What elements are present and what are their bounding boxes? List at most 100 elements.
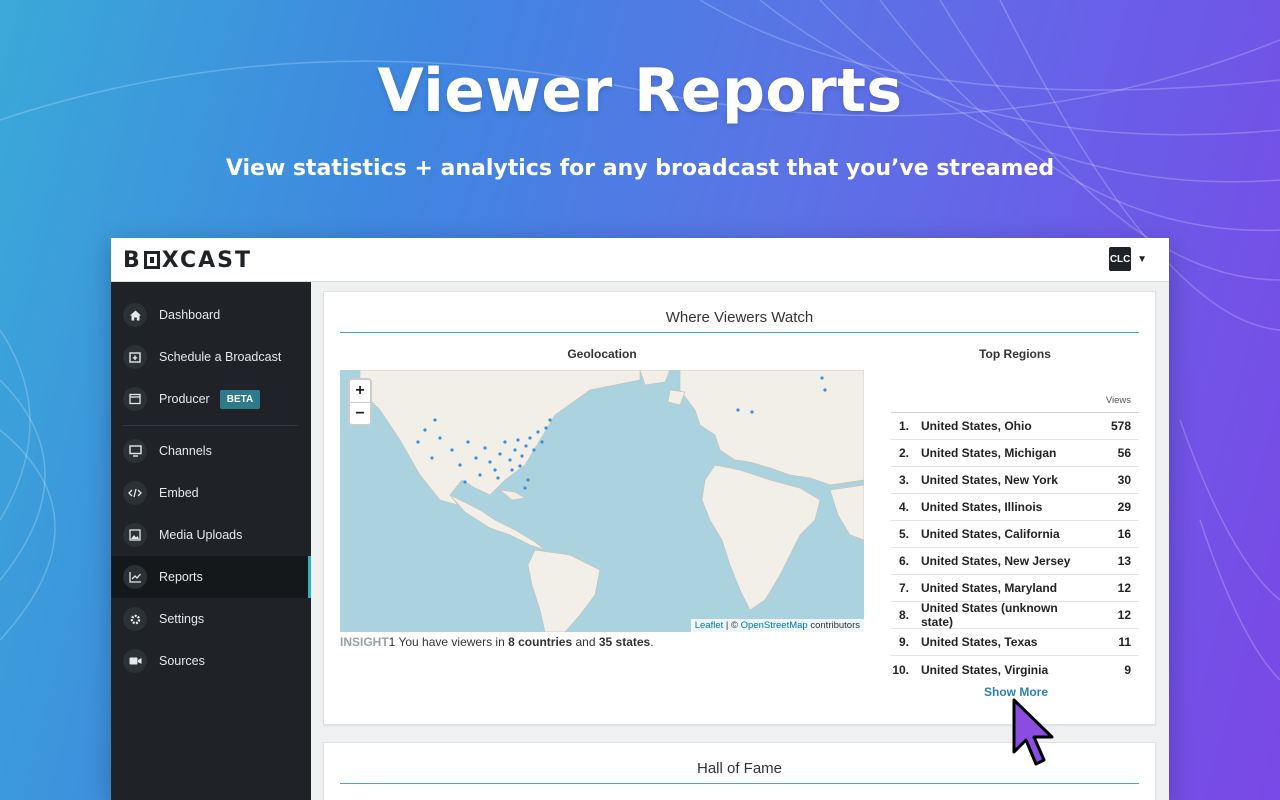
sidebar-item-label: Embed [159, 486, 199, 500]
row-rank: 5. [898, 527, 909, 541]
row-region: United States (unknown state) [921, 601, 1058, 629]
zoom-in-button[interactable]: + [350, 380, 370, 402]
row-region: United States, Maryland [921, 581, 1058, 595]
hero-subtitle: View statistics + analytics for any broa… [225, 156, 1055, 181]
row-region: United States, Virginia [921, 662, 1049, 677]
table-row: 10. United States, Virginia 9 [891, 656, 1139, 683]
row-region: United States, New York [921, 473, 1058, 487]
attribution-tail: contributors [807, 620, 860, 631]
row-rank: 8. [898, 608, 909, 622]
views-column-header: Views [891, 395, 1139, 413]
row-rank: 4. [898, 500, 909, 514]
top-regions-title: Top Regions [979, 347, 1051, 361]
chart-line-icon [123, 565, 147, 589]
row-views: 16 [1117, 527, 1131, 541]
sidebar-item-dashboard[interactable]: Dashboard [111, 294, 311, 336]
image-icon [123, 523, 147, 547]
sidebar-item-label: Sources [159, 654, 205, 668]
row-rank: 3. [898, 473, 909, 487]
insight-text: INSIGHT1 You have viewers in 8 countries… [340, 635, 654, 649]
table-row: 2. United States, Michigan 56 [891, 440, 1139, 467]
insight-label: INSIGHT [340, 635, 389, 649]
monitor-icon [123, 439, 147, 463]
where-viewers-watch-card: Where Viewers Watch Geolocation + − Leaf… [323, 291, 1156, 725]
table-row: 1. United States, Ohio 578 [891, 413, 1139, 440]
card-divider [340, 332, 1139, 333]
top-regions-table: Views 1. United States, Ohio 578 2. United … [891, 395, 1139, 683]
boxcast-logo[interactable]: B XCAST [123, 248, 252, 273]
sidebar: Dashboard Schedule a Broadcast Producer … [111, 282, 311, 800]
calendar-plus-icon [123, 345, 147, 369]
sidebar-item-label: Producer [159, 392, 210, 406]
table-row: 4. United States, Illinois 29 [891, 494, 1139, 521]
attribution-separator: | © [723, 620, 741, 631]
hero-title: Viewer Reports [377, 56, 903, 126]
table-row: 3. United States, New York 30 [891, 467, 1139, 494]
row-region: United States, Texas [921, 635, 1038, 649]
insight-text-b: and [572, 635, 599, 649]
account-menu[interactable]: CLC ▼ [1109, 247, 1147, 271]
logo-text-start: B [123, 248, 142, 273]
sidebar-item-label: Channels [159, 444, 212, 458]
sidebar-item-label: Schedule a Broadcast [159, 350, 282, 364]
row-rank: 10. [892, 662, 909, 677]
row-views: 29 [1117, 500, 1131, 514]
sidebar-item-label: Reports [159, 570, 203, 584]
map-attribution: Leaflet | © OpenStreetMap contributors [690, 619, 864, 632]
insight-states: 35 states [598, 635, 651, 649]
sidebar-item-media-uploads[interactable]: Media Uploads [111, 514, 311, 556]
insight-text-c: . [650, 635, 654, 649]
row-rank: 7. [898, 581, 909, 595]
row-views: 9 [1124, 662, 1131, 677]
account-avatar: CLC [1109, 247, 1132, 271]
sidebar-item-schedule[interactable]: Schedule a Broadcast [111, 336, 311, 378]
row-region: United States, California [921, 527, 1060, 541]
map-tiles [359, 370, 864, 632]
row-views: 30 [1117, 473, 1131, 487]
row-views: 12 [1117, 581, 1131, 595]
row-rank: 6. [898, 554, 909, 568]
sidebar-item-producer[interactable]: Producer BETA [111, 378, 311, 420]
card-title: Where Viewers Watch [665, 309, 814, 326]
sidebar-divider [123, 425, 298, 426]
row-views: 13 [1117, 554, 1131, 568]
openstreetmap-link[interactable]: OpenStreetMap [741, 620, 808, 631]
sidebar-item-label: Media Uploads [159, 528, 243, 542]
row-rank: 2. [898, 446, 909, 460]
row-region: United States, Michigan [921, 446, 1057, 460]
row-views: 578 [1110, 419, 1131, 433]
leaflet-link[interactable]: Leaflet [695, 620, 724, 631]
row-views: 11 [1118, 635, 1131, 649]
top-bar: B XCAST CLC ▼ [111, 238, 1169, 282]
geolocation-map[interactable]: + − Leaflet | © OpenStreetMap contributo… [340, 370, 864, 632]
logo-box-mark [143, 251, 160, 269]
row-views: 12 [1117, 608, 1131, 622]
row-region: United States, Illinois [921, 500, 1043, 514]
sidebar-item-embed[interactable]: Embed [111, 472, 311, 514]
caret-down-icon: ▼ [1137, 253, 1147, 265]
sidebar-item-reports[interactable]: Reports [111, 556, 311, 598]
zoom-out-button[interactable]: − [350, 402, 370, 424]
mouse-pointer-icon [1012, 698, 1054, 766]
table-row: 7. United States, Maryland 12 [891, 575, 1139, 602]
table-row: 6. United States, New Jersey 13 [891, 548, 1139, 575]
home-icon [123, 303, 147, 327]
gear-icon [123, 607, 147, 631]
code-icon [123, 481, 147, 505]
sidebar-item-channels[interactable]: Channels [111, 430, 311, 472]
video-camera-icon [123, 649, 147, 673]
row-rank: 1. [898, 419, 909, 433]
row-rank: 9. [898, 635, 909, 649]
card-divider [340, 783, 1139, 784]
producer-icon [123, 387, 147, 411]
row-views: 56 [1117, 446, 1131, 460]
sidebar-item-label: Dashboard [159, 308, 221, 322]
map-zoom-control: + − [348, 378, 372, 426]
insight-text-a: You have viewers in [395, 635, 509, 649]
sidebar-item-sources[interactable]: Sources [111, 640, 311, 682]
sidebar-item-settings[interactable]: Settings [111, 598, 311, 640]
row-region: United States, New Jersey [921, 554, 1071, 568]
table-row: 8. United States (unknown state) 12 [891, 601, 1139, 629]
table-row: 5. United States, California 16 [891, 521, 1139, 548]
sidebar-item-label: Settings [159, 612, 205, 626]
